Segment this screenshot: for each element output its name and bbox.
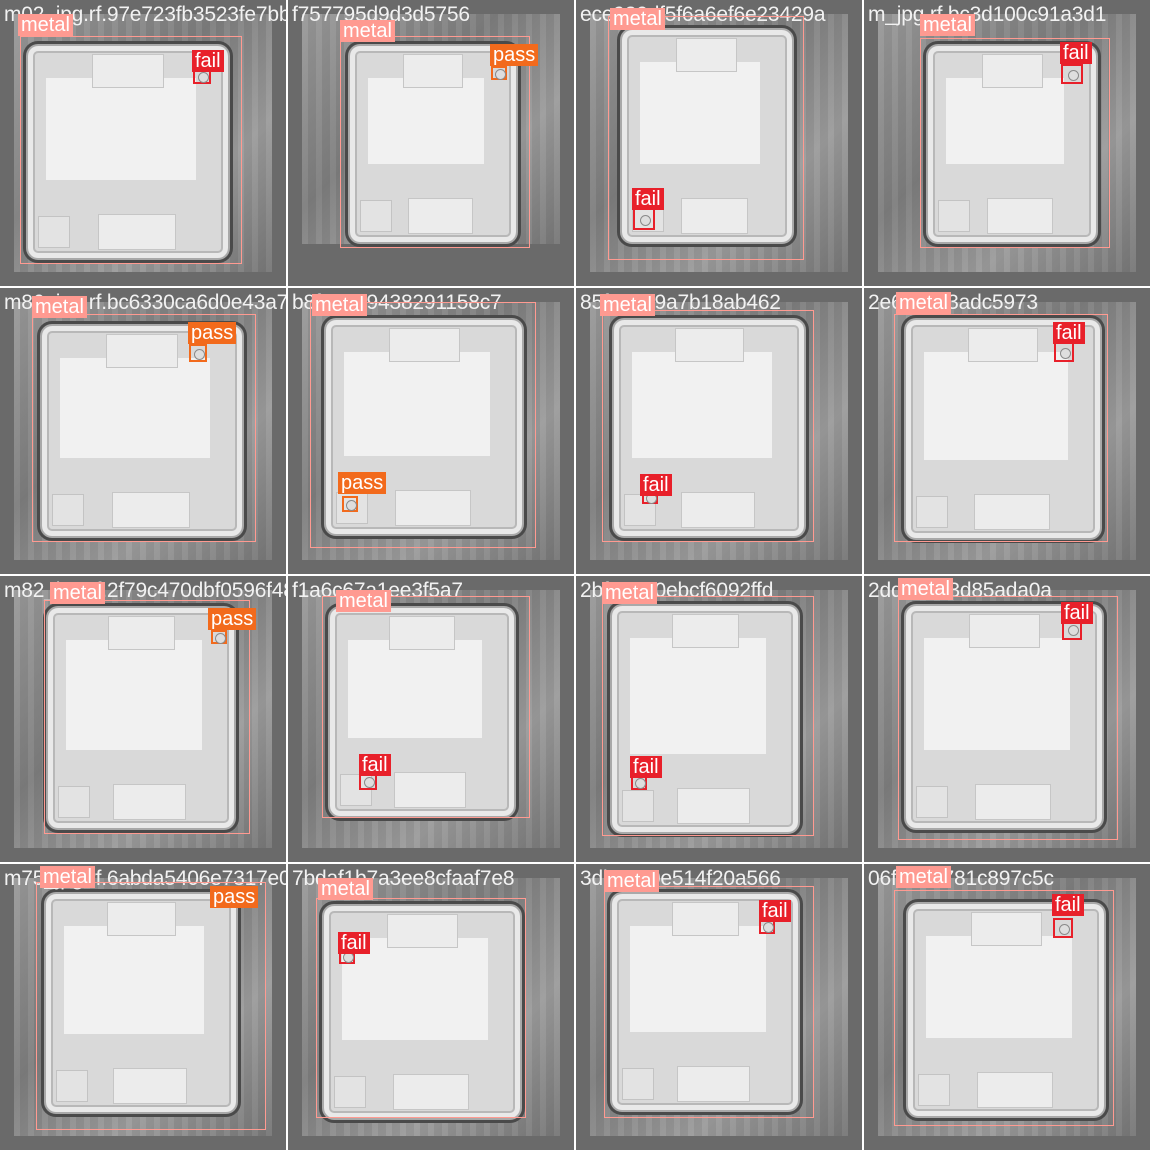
metal-label: metal bbox=[896, 292, 951, 314]
metal-bounding-box bbox=[36, 882, 266, 1130]
metal-bounding-box bbox=[602, 310, 814, 542]
inspection-hole bbox=[215, 633, 226, 644]
inspection-hole bbox=[346, 500, 357, 511]
image-tile: 7bdaf1b7a3ee8cfaaf7e8 metal fail bbox=[288, 864, 574, 1150]
fail-label: fail bbox=[632, 188, 664, 210]
image-mosaic: m02_jpg.rf.97e723fb3523fe7bb727012165f5a… bbox=[0, 0, 1152, 1152]
fail-label: fail bbox=[359, 754, 391, 776]
pass-bounding-box bbox=[211, 630, 227, 644]
metal-label: metal bbox=[50, 582, 105, 604]
image-tile: m02_jpg.rf.97e723fb3523fe7bb727012165f5a… bbox=[0, 0, 286, 286]
fail-label: fail bbox=[640, 474, 672, 496]
image-filename: m82_jpg.rf.2f79c470dbf0596f48 bbox=[4, 579, 286, 602]
metal-label: metal bbox=[18, 14, 73, 36]
metal-label: metal bbox=[340, 20, 395, 42]
metal-bounding-box bbox=[322, 596, 530, 818]
inspection-hole bbox=[1068, 625, 1079, 636]
metal-label: metal bbox=[336, 590, 391, 612]
inspection-hole bbox=[763, 922, 774, 933]
pass-bounding-box bbox=[342, 496, 358, 512]
image-tile: m75_jpg.rf.6abda5406e7317e0 metal pass bbox=[0, 864, 286, 1150]
image-tile: 3dba590e514f20a566 metal fail bbox=[576, 864, 862, 1150]
fail-bounding-box bbox=[1054, 342, 1074, 362]
inspection-hole bbox=[1059, 924, 1070, 935]
image-filename: m_jpg.rf.bc3d100c91a3d1 bbox=[868, 3, 1107, 26]
fail-bounding-box bbox=[1053, 918, 1073, 938]
image-tile: 2e6c8d63adc5973 metal fail bbox=[864, 288, 1150, 574]
metal-label: metal bbox=[896, 866, 951, 888]
fail-bounding-box bbox=[633, 208, 655, 230]
image-tile: 2dd7e053d85ada0a metal fail bbox=[864, 576, 1150, 862]
pass-label: pass bbox=[338, 472, 387, 494]
metal-bounding-box bbox=[602, 596, 814, 836]
metal-bounding-box bbox=[32, 314, 256, 542]
pass-bounding-box bbox=[491, 66, 507, 80]
metal-label: metal bbox=[604, 870, 659, 892]
pass-label: pass bbox=[188, 322, 237, 344]
pass-bounding-box bbox=[189, 344, 207, 362]
image-tile: 06f5169781c897c5c metal fail bbox=[864, 864, 1150, 1150]
inspection-hole bbox=[1060, 348, 1071, 359]
metal-label: metal bbox=[318, 878, 373, 900]
inspection-hole bbox=[1068, 70, 1079, 81]
metal-label: metal bbox=[600, 294, 655, 316]
fail-label: fail bbox=[1061, 602, 1093, 624]
inspection-hole bbox=[198, 72, 209, 83]
fail-label: fail bbox=[1060, 42, 1092, 64]
fail-label: fail bbox=[759, 900, 791, 922]
inspection-hole bbox=[364, 777, 375, 788]
image-tile: ece920df5f6a6ef6e23429a metal fail bbox=[576, 0, 862, 286]
fail-label: fail bbox=[630, 756, 662, 778]
pass-label: pass bbox=[210, 886, 259, 908]
metal-bounding-box bbox=[316, 898, 526, 1118]
metal-label: metal bbox=[40, 866, 95, 888]
fail-bounding-box bbox=[1061, 64, 1083, 84]
image-tile: m86_jpg.rf.bc6330ca6d0e43a7 metal pass bbox=[0, 288, 286, 574]
metal-label: metal bbox=[898, 578, 953, 600]
fail-label: fail bbox=[338, 932, 370, 954]
metal-bounding-box bbox=[898, 596, 1118, 840]
metal-label: metal bbox=[312, 294, 367, 316]
metal-bounding-box bbox=[894, 314, 1108, 542]
pass-label: pass bbox=[208, 608, 257, 630]
metal-label: metal bbox=[920, 14, 975, 36]
fail-label: fail bbox=[1052, 894, 1084, 916]
fail-label: fail bbox=[192, 50, 224, 72]
pass-label: pass bbox=[490, 44, 539, 66]
metal-label: metal bbox=[602, 582, 657, 604]
image-tile: m82_jpg.rf.2f79c470dbf0596f48 metal pass bbox=[0, 576, 286, 862]
metal-label: metal bbox=[610, 8, 665, 30]
image-filename: 2e6c8d63adc5973 bbox=[868, 291, 1038, 314]
image-tile: b8f20879438291158c7 metal pass bbox=[288, 288, 574, 574]
inspection-hole bbox=[194, 349, 205, 360]
fail-label: fail bbox=[1053, 322, 1085, 344]
image-tile: f1a6c67a1ee3f5a7metalfail bbox=[288, 576, 574, 862]
metal-label: metal bbox=[32, 296, 87, 318]
inspection-hole bbox=[635, 778, 646, 789]
metal-bounding-box bbox=[894, 890, 1114, 1126]
image-tile: 85f81549a7b18ab462 metal fail bbox=[576, 288, 862, 574]
image-tile: m_jpg.rf.bc3d100c91a3d1 metal fail bbox=[864, 0, 1150, 286]
inspection-hole bbox=[495, 69, 506, 80]
inspection-hole bbox=[640, 215, 651, 226]
image-tile: 2bf73260ebcf6092ffd metal fail bbox=[576, 576, 862, 862]
image-tile: f757795d9d3d5756 metal pass bbox=[288, 0, 574, 286]
